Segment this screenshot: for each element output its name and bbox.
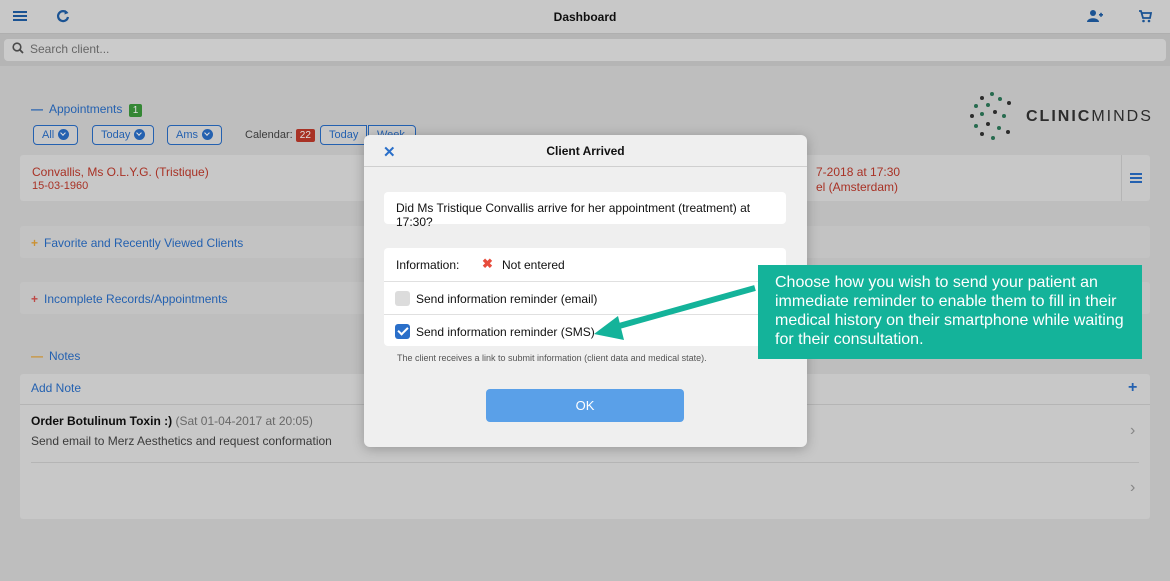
arrival-question: Did Ms Tristique Convallis arrive for he…	[384, 192, 786, 229]
dialog-header: ✕ Client Arrived	[364, 135, 807, 167]
information-status-row: Information: ✖ Not entered	[384, 248, 786, 281]
sms-reminder-label[interactable]: Send information reminder (SMS)	[416, 325, 595, 339]
information-label: Information:	[396, 258, 460, 272]
callout-arrow-icon	[594, 285, 756, 340]
reminder-helper-text: The client receives a link to submit inf…	[397, 353, 707, 363]
error-x-icon: ✖	[482, 256, 493, 271]
dialog-title: Client Arrived	[546, 144, 625, 158]
ok-button[interactable]: OK	[486, 389, 684, 422]
information-status: Not entered	[502, 258, 565, 272]
email-reminder-label[interactable]: Send information reminder (email)	[416, 292, 597, 306]
sms-reminder-checkbox[interactable]	[395, 324, 410, 339]
tooltip-callout: Choose how you wish to send your patient…	[758, 265, 1142, 359]
email-reminder-checkbox[interactable]	[395, 291, 410, 306]
